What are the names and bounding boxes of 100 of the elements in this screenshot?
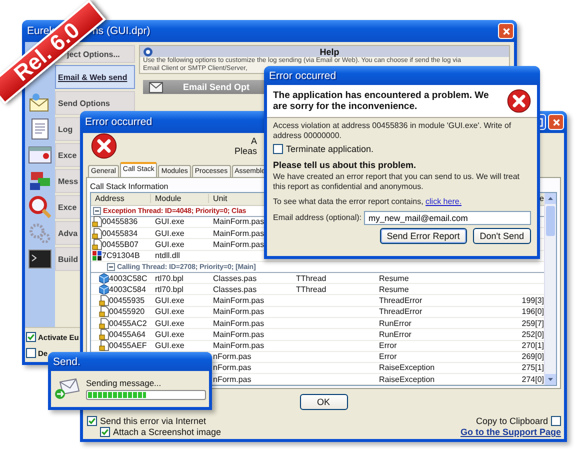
flags-icon — [28, 170, 52, 192]
dont-send-button[interactable]: Don't Send — [472, 228, 531, 244]
message-text: Pleas — [234, 146, 257, 156]
status-text: Sending message... — [86, 378, 162, 388]
table-cell: TThread — [296, 284, 326, 294]
table-cell: 7C91304B — [102, 251, 140, 260]
checkbox[interactable] — [26, 348, 36, 358]
table-cell: ThreadError — [379, 296, 422, 306]
report-prompt: To see what data the error report contains, click here. — [273, 197, 463, 206]
column-header: Unit — [213, 194, 228, 204]
table-cell: ntdll.dll — [155, 251, 180, 260]
table-cell: RunError — [379, 318, 412, 328]
table-cell: 4003C58C — [109, 274, 148, 283]
blocks-icon — [92, 250, 102, 262]
close-button[interactable] — [548, 114, 564, 130]
table-cell: 00455A64 — [109, 330, 146, 340]
table-cell: MainForm.pas — [213, 318, 264, 328]
table-cell: 269[0] — [522, 352, 544, 362]
table-cell: 275[1] — [522, 363, 544, 372]
section-label: Call Stack Information — [90, 182, 168, 190]
column-header: Address — [95, 194, 124, 204]
close-icon — [502, 26, 510, 36]
table-cell: 4003C584 — [109, 284, 146, 294]
table-cell: Error — [379, 341, 397, 350]
table-cell: GUI.exe — [155, 296, 184, 306]
table-cell: rtl70.bpl — [155, 274, 184, 283]
table-cell: MainForm.pas — [213, 307, 264, 316]
scroll-down-button[interactable] — [545, 374, 556, 385]
table-cell: 00455AC2 — [109, 318, 147, 328]
table-cell: Resume — [379, 274, 409, 283]
gears-icon — [28, 222, 52, 244]
cube-icon — [99, 272, 109, 284]
file-lock-icon — [99, 340, 109, 352]
table-cell: Classes.pas — [213, 284, 257, 294]
checkbox[interactable] — [551, 416, 561, 426]
ok-button[interactable]: OK — [300, 394, 348, 410]
table-cell: MainForm.pas — [213, 341, 264, 350]
table-cell: GUI.exe — [155, 307, 184, 316]
close-button[interactable] — [498, 23, 514, 39]
message-text: A — [250, 136, 257, 146]
section-title: Email Send Opt — [183, 82, 250, 92]
table-cell: MainForm.pas — [213, 330, 264, 340]
table-cell: nForm.pas — [213, 352, 252, 362]
table-cell: Classes.pas — [213, 274, 257, 283]
table-cell: GUI.exe — [155, 240, 184, 249]
table-cell: ThreadError — [379, 307, 422, 316]
support-link[interactable]: Go to the Support Page — [460, 427, 561, 437]
table-cell: 259[7] — [522, 318, 544, 328]
option-label: Send this error via Internet — [100, 416, 206, 426]
window-icon — [28, 145, 52, 165]
document-icon — [31, 118, 49, 140]
file-lock-icon — [99, 329, 109, 340]
magnifier-icon — [28, 195, 52, 219]
nav-button[interactable]: Email & Web send — [55, 65, 135, 89]
checkbox[interactable] — [87, 416, 97, 426]
table-cell: TThread — [296, 274, 326, 283]
checkbox[interactable] — [273, 144, 283, 154]
table-cell: 199[3] — [522, 296, 544, 306]
scroll-thumb[interactable] — [546, 206, 555, 236]
table-cell: 274[0] — [522, 374, 544, 384]
scrollbar[interactable] — [544, 193, 556, 385]
table-cell: rtl70.bpl — [155, 284, 184, 294]
option-label: Attach a Screenshot image — [113, 427, 222, 437]
table-cell: 00455B07 — [102, 240, 138, 249]
checkbox[interactable] — [100, 427, 110, 437]
table-cell: MainForm.pas — [213, 240, 264, 249]
option-label: Terminate application. — [286, 144, 374, 154]
table-cell: MainForm.pas — [213, 296, 264, 306]
scroll-up-button[interactable] — [545, 193, 556, 204]
collapse-icon[interactable] — [93, 206, 101, 215]
send-report-button[interactable]: Send Error Report — [380, 228, 467, 244]
cube-icon — [99, 284, 109, 295]
table-cell: 00455834 — [102, 228, 138, 238]
table-cell: 252[0] — [522, 330, 544, 340]
email-label: Email address (optional): — [273, 212, 362, 222]
ask-title: Please tell us about this problem. — [273, 160, 418, 170]
checkbox[interactable] — [26, 332, 36, 342]
table-cell: RaiseException — [379, 374, 435, 384]
error-headline: The application has encountered a problem. We are sorry for the inconvenience. — [273, 90, 490, 112]
file-lock-icon — [99, 306, 109, 318]
help-title: Help — [318, 46, 340, 56]
report-link[interactable]: click here. — [426, 197, 462, 206]
error-icon — [91, 133, 117, 159]
table-cell: GUI.exe — [155, 330, 184, 340]
file-lock-icon — [99, 295, 109, 306]
table-cell: 00455AEF — [109, 341, 147, 350]
table-cell: MainForm.pas — [213, 217, 264, 226]
table-cell: 270[1] — [522, 341, 544, 350]
window-title: Error occurred — [269, 70, 336, 82]
table-cell: RaiseException — [379, 363, 435, 372]
help-icon — [143, 46, 153, 56]
envelope-icon — [54, 378, 80, 400]
table-cell: GUI.exe — [155, 217, 184, 226]
email-field[interactable]: my_new_mail@email.com — [364, 210, 531, 224]
file-lock-icon — [99, 318, 109, 329]
table-cell: Error — [379, 352, 397, 362]
column-header: e — [540, 194, 544, 204]
collapse-icon[interactable] — [107, 262, 115, 271]
window-title: Error occurred — [85, 116, 152, 128]
table-cell: GUI.exe — [155, 228, 184, 238]
